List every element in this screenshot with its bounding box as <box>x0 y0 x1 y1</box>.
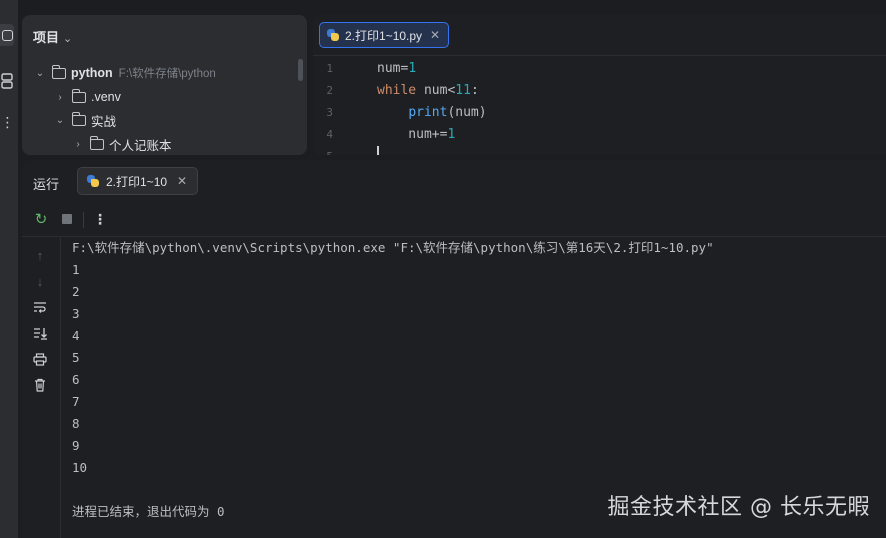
code-line[interactable]: 1 num=1 <box>313 57 886 79</box>
tree-item-label: python <box>71 66 113 80</box>
tree-item-path: F:\软件存储\python <box>118 68 216 80</box>
console-exit-message: 进程已结束，退出代码为 0 <box>72 504 225 519</box>
tool-window-strip: ⋮ <box>0 0 18 538</box>
tree-item-label: 实战 <box>91 114 117 129</box>
code-line[interactable]: 2 while num<11: <box>313 79 886 101</box>
down-icon[interactable]: ↓ <box>32 273 48 289</box>
code-text: num+=1 <box>377 126 456 142</box>
chevron-right-icon[interactable]: › <box>54 92 66 103</box>
python-file-icon <box>326 28 340 42</box>
code-text: print(num) <box>408 104 487 120</box>
tree-item-label: .venv <box>91 90 121 104</box>
run-title: 运行 <box>33 177 60 192</box>
trash-icon[interactable] <box>32 377 48 393</box>
project-panel: 项目 ⌄ ⌄ python F:\软件存储\python › .venv ⌄ 实战… <box>22 15 307 155</box>
console-line: 8 <box>72 416 80 431</box>
console-line: 5 <box>72 350 80 365</box>
console-gutter: ↑ ↓ <box>22 237 61 538</box>
run-toolbar: ↻ ⋮ <box>22 202 886 237</box>
scroll-to-end-icon[interactable] <box>32 325 48 341</box>
rerun-icon[interactable]: ↻ <box>33 211 49 228</box>
tree-item-shizhan[interactable]: ⌄ 实战 <box>54 110 116 130</box>
folder-icon <box>89 135 104 150</box>
line-number: 2 <box>326 83 333 97</box>
close-icon[interactable]: ✕ <box>430 28 440 42</box>
structure-icon[interactable] <box>0 73 14 89</box>
folder-icon <box>71 88 86 103</box>
editor-tabbar: 2.打印1~10.py ✕ <box>313 15 886 56</box>
console-line: 9 <box>72 438 80 453</box>
line-number: 5 <box>313 150 333 156</box>
run-tab[interactable]: 2.打印1~10 ✕ <box>77 167 199 195</box>
watermark: 掘金技术社区 @ 长乐无暇 <box>607 495 870 520</box>
python-file-icon <box>86 174 100 188</box>
line-number: 1 <box>326 61 333 75</box>
console-command: F:\软件存储\python\.venv\Scripts\python.exe … <box>72 240 714 255</box>
project-header-label: 项目 <box>33 30 60 45</box>
folder-icon <box>51 64 66 79</box>
code-text: while num<11: <box>377 82 479 98</box>
close-icon[interactable]: ✕ <box>177 174 187 188</box>
tree-item-label: 个人记账本 <box>109 138 172 153</box>
console-line: 2 <box>72 284 80 299</box>
code-line[interactable]: 4 num+=1 <box>313 123 886 145</box>
run-header: 运行 2.打印1~10 ✕ <box>22 160 886 202</box>
editor-tab-label: 2.打印1~10.py <box>345 28 423 43</box>
project-icon[interactable] <box>0 24 14 46</box>
console-line: 4 <box>72 328 80 343</box>
tree-item-python[interactable]: ⌄ python F:\软件存储\python <box>34 63 216 83</box>
run-tab-label: 2.打印1~10 <box>106 174 168 189</box>
chevron-down-icon[interactable]: ⌄ <box>54 115 66 126</box>
console-line: 6 <box>72 372 80 387</box>
console-line: 10 <box>72 460 88 475</box>
code-line[interactable]: 5 <box>313 145 886 156</box>
chevron-down-icon[interactable]: ⌄ <box>34 68 46 79</box>
chevron-right-icon[interactable]: › <box>72 139 84 150</box>
line-number: 4 <box>326 127 333 141</box>
editor-tab[interactable]: 2.打印1~10.py ✕ <box>319 22 450 48</box>
editor-panel: 2.打印1~10.py ✕ 1 num=1 2 while num<11: 3 … <box>313 15 886 155</box>
line-number: 3 <box>326 105 333 119</box>
tree-scrollbar[interactable] <box>298 59 303 81</box>
code-text: num=1 <box>377 60 417 76</box>
text-cursor <box>377 146 379 155</box>
toolbar-divider <box>83 212 84 228</box>
project-header[interactable]: 项目 ⌄ <box>33 27 72 46</box>
console-line: 3 <box>72 306 80 321</box>
stop-icon[interactable] <box>59 211 75 227</box>
soft-wrap-icon[interactable] <box>32 299 48 315</box>
up-icon[interactable]: ↑ <box>32 247 48 263</box>
folder-icon <box>71 111 86 126</box>
tree-item-ledger[interactable]: › 个人记账本 <box>72 134 172 154</box>
print-icon[interactable] <box>32 351 48 367</box>
console-line: 1 <box>72 262 80 277</box>
console-line: 7 <box>72 394 80 409</box>
code-line[interactable]: 3 print(num) <box>313 101 886 123</box>
run-panel: 运行 2.打印1~10 ✕ ↻ ⋮ ↑ ↓ F:\软件存储\python\.ve… <box>22 160 886 538</box>
chevron-down-icon: ⌄ <box>63 33 73 45</box>
more-icon[interactable]: ⋮ <box>0 114 15 130</box>
more-icon[interactable]: ⋮ <box>92 211 108 227</box>
tree-item-venv[interactable]: › .venv <box>54 87 121 107</box>
